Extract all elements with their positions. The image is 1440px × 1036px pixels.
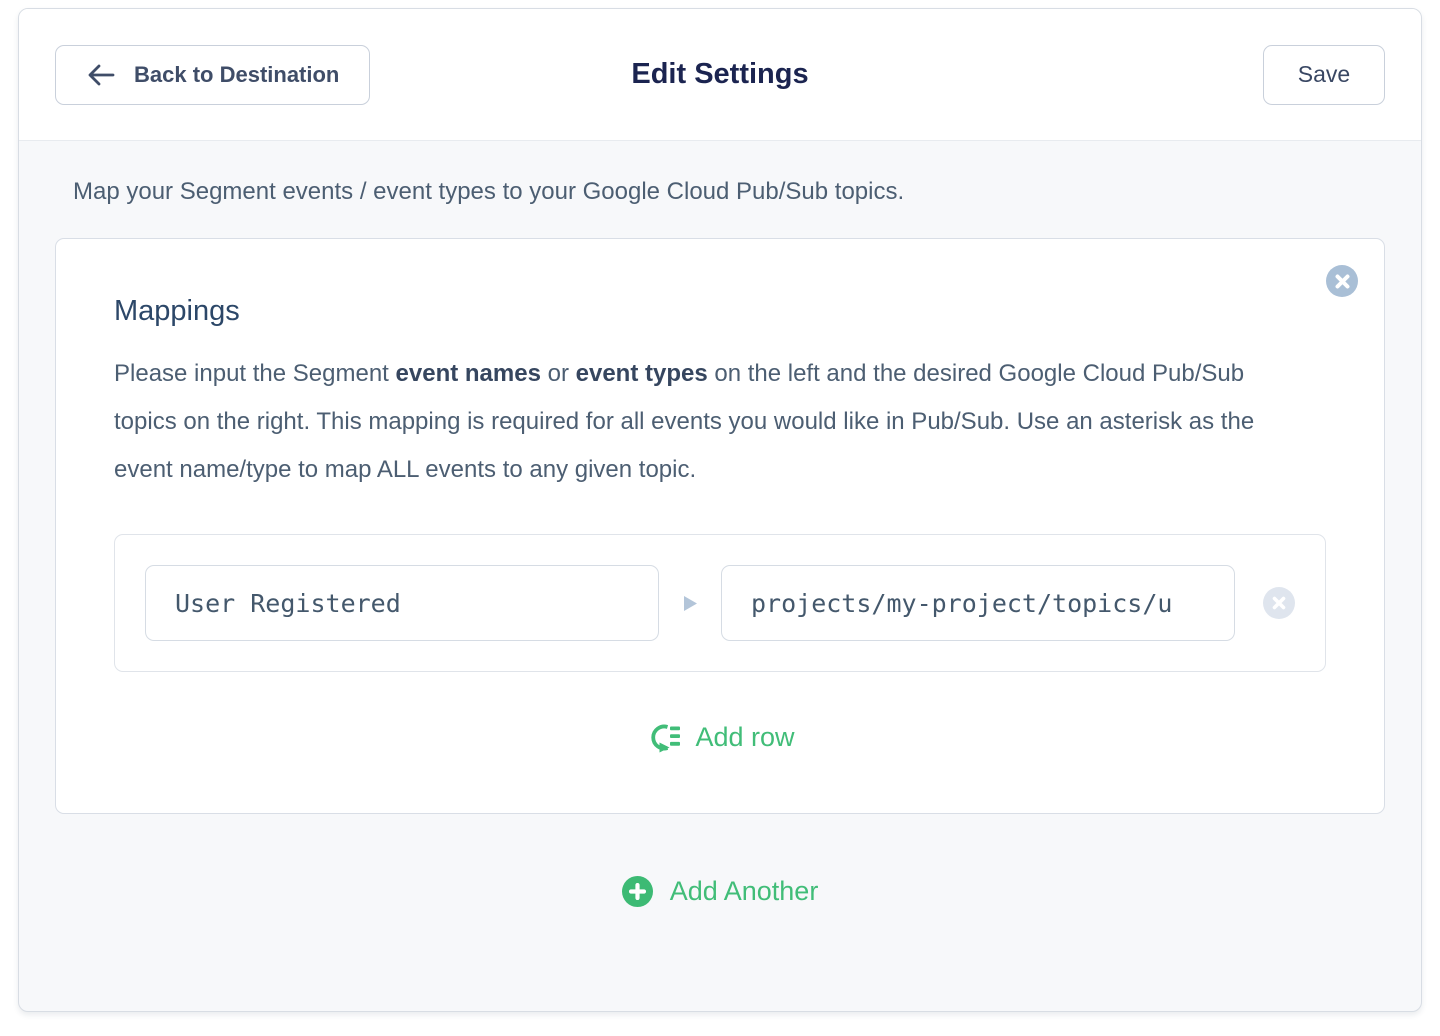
modal-body: Map your Segment events / event types to… <box>19 141 1421 1011</box>
intro-text: Map your Segment events / event types to… <box>55 175 1385 209</box>
mappings-title: Mappings <box>114 295 1326 328</box>
mappings-card: Mappings Please input the Segment event … <box>55 238 1385 814</box>
right-triangle-icon <box>659 596 721 611</box>
modal-header: Back to Destination Edit Settings Save <box>19 9 1421 141</box>
add-row-button[interactable]: Add row <box>114 722 1326 753</box>
edit-settings-modal: Back to Destination Edit Settings Save M… <box>18 8 1422 1012</box>
plus-circle-icon <box>622 876 653 907</box>
mapping-row <box>114 534 1326 672</box>
mappings-description: Please input the Segment event names or … <box>114 350 1284 494</box>
back-to-destination-button[interactable]: Back to Destination <box>55 45 370 105</box>
playlist-add-icon <box>645 722 680 753</box>
close-icon <box>1335 274 1350 289</box>
add-another-button[interactable]: Add Another <box>622 876 819 907</box>
add-another-label: Add Another <box>670 876 819 907</box>
card-close-button[interactable] <box>1326 265 1358 297</box>
delete-row-button[interactable] <box>1263 587 1295 619</box>
close-icon <box>1272 596 1286 610</box>
left-arrow-icon <box>86 62 116 88</box>
save-button[interactable]: Save <box>1263 45 1385 105</box>
topic-input[interactable] <box>721 565 1235 641</box>
add-row-label: Add row <box>695 722 794 753</box>
back-button-label: Back to Destination <box>134 62 339 88</box>
event-name-input[interactable] <box>145 565 659 641</box>
